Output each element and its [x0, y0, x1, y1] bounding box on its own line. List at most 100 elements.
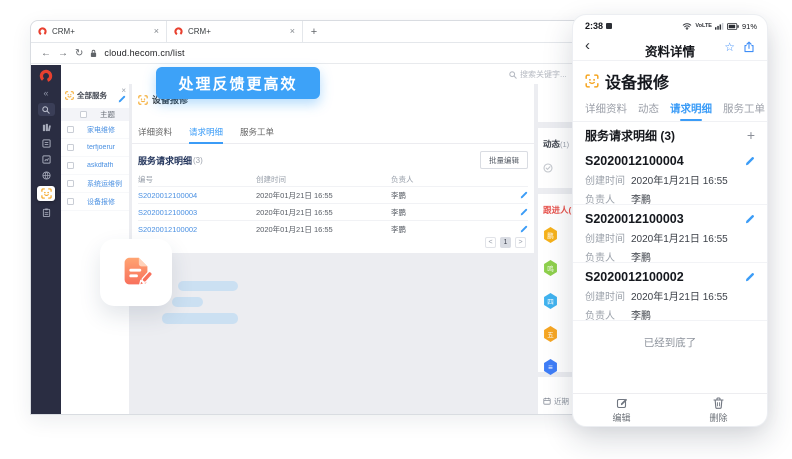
request-card[interactable]: S2020012100003 创建时间2020年1月21日 16:55 负责人李…	[573, 205, 767, 263]
forward-icon[interactable]: →	[58, 48, 68, 59]
created-time: 2020年01月21日 16:55	[256, 190, 391, 201]
record-id-link[interactable]: S2020012100004	[138, 191, 256, 200]
sidebar-item-library[interactable]	[41, 122, 51, 132]
request-card[interactable]: S2020012100002 创建时间2020年1月21日 16:55 负责人李…	[573, 263, 767, 321]
add-icon[interactable]: +	[747, 127, 755, 143]
record-id[interactable]: S2020012100002	[585, 270, 755, 284]
search-icon	[42, 106, 50, 114]
edit-pen-icon[interactable]	[520, 191, 528, 199]
edit-pen-icon[interactable]	[520, 225, 528, 233]
current-page[interactable]: 1	[500, 237, 511, 248]
sidebar-item-clipboard[interactable]	[41, 207, 51, 217]
edit-button[interactable]: 编辑	[573, 394, 670, 426]
url-text[interactable]: cloud.hecom.cn/list	[104, 48, 184, 58]
smiley-brackets-icon	[65, 91, 74, 100]
list-item-link[interactable]: 系统运维例	[87, 179, 122, 189]
prev-page-button[interactable]: <	[485, 237, 496, 248]
close-icon[interactable]: ×	[121, 86, 126, 95]
batch-edit-button[interactable]: 批量编辑	[480, 151, 528, 169]
edit-pen-icon[interactable]	[745, 214, 755, 224]
table-row[interactable]: S2020012100002 2020年01月21日 16:55 李鹏	[138, 220, 528, 237]
sidebar-search-button[interactable]	[38, 103, 55, 116]
edit-pen-icon[interactable]	[745, 156, 755, 166]
next-page-button[interactable]: >	[515, 237, 526, 248]
col-owner: 负责人	[391, 174, 514, 185]
avatar[interactable]: 鹏	[543, 227, 558, 243]
avatar[interactable]: 五	[543, 326, 558, 342]
skeleton-bar	[172, 297, 203, 307]
sidebar-item-service-active[interactable]	[37, 186, 55, 201]
record-id-link[interactable]: S2020012100003	[138, 208, 256, 217]
request-card[interactable]: S2020012100004 创建时间2020年1月21日 16:55 负责人李…	[573, 147, 767, 205]
phone-nav-bar: ‹ 资料详情 ☆	[573, 35, 767, 61]
new-tab-button[interactable]: +	[303, 21, 325, 42]
list-item[interactable]: askdfafh	[61, 157, 129, 175]
list-item-link[interactable]: 家电维修	[87, 125, 115, 135]
owner: 李鹏	[391, 207, 514, 218]
list-item[interactable]: 系统运维例	[61, 175, 129, 193]
column-label: 主题	[100, 109, 115, 120]
battery-percent: 91%	[742, 22, 757, 31]
row-checkbox[interactable]	[67, 198, 74, 205]
tab-service-order[interactable]: 服务工单	[240, 126, 274, 143]
browser-tab-2[interactable]: CRM+ ×	[167, 21, 303, 42]
tab-detail-info[interactable]: 详细资料	[138, 126, 172, 143]
record-title: 设备报修	[605, 69, 669, 93]
edit-pen-icon[interactable]	[118, 95, 126, 103]
row-checkbox[interactable]	[67, 162, 74, 169]
record-id-link[interactable]: S2020012100002	[138, 225, 256, 234]
sidebar-item-reports[interactable]	[41, 154, 51, 164]
pagination: < 1 >	[485, 237, 526, 248]
select-all-checkbox[interactable]	[80, 111, 87, 118]
row-checkbox[interactable]	[67, 180, 74, 187]
list-item-link[interactable]: 设备报修	[87, 197, 115, 207]
record-id[interactable]: S2020012100003	[585, 212, 755, 226]
avatar[interactable]: ≡	[543, 359, 558, 375]
collapse-icon[interactable]: «	[43, 88, 48, 98]
list-item[interactable]: 设备报修	[61, 193, 129, 211]
table-row[interactable]: S2020012100004 2020年01月21日 16:55 李鹏	[138, 186, 528, 203]
tab-title: CRM+	[188, 27, 211, 36]
tab-close-icon[interactable]: ×	[290, 27, 295, 36]
sidebar-item-globe[interactable]	[41, 170, 51, 180]
row-checkbox[interactable]	[67, 144, 74, 151]
list-item-link[interactable]: askdfafh	[87, 162, 113, 169]
tab-title: CRM+	[52, 27, 75, 36]
share-icon[interactable]	[743, 41, 755, 53]
avatar[interactable]: 四	[543, 293, 558, 309]
tab-detail-info[interactable]: 详细资料	[585, 101, 627, 121]
tab-close-icon[interactable]: ×	[154, 27, 159, 36]
report-icon	[42, 155, 51, 164]
followers-title: 跟进人(	[543, 205, 571, 215]
screenshot-indicator-icon	[606, 23, 612, 29]
list-item[interactable]: 家电维修	[61, 121, 129, 139]
avatar[interactable]: 鸣	[543, 260, 558, 276]
tab-activity[interactable]: 动态	[638, 101, 659, 121]
created-time: 2020年01月21日 16:55	[256, 224, 391, 235]
edit-pen-icon[interactable]	[520, 208, 528, 216]
skeleton-bar	[162, 313, 238, 324]
record-id[interactable]: S2020012100004	[585, 154, 755, 168]
list-item-link[interactable]: terfjoerur	[87, 144, 115, 151]
activity-title: 动态	[543, 139, 560, 149]
sidebar-item-forms[interactable]	[41, 138, 51, 148]
field-value: 2020年1月21日 16:55	[631, 230, 728, 245]
tab-service-order[interactable]: 服务工单	[723, 101, 765, 121]
browser-tab-1[interactable]: CRM+ ×	[31, 21, 167, 42]
request-table: 编号 创建时间 负责人 S2020012100004 2020年01月21日 1…	[138, 173, 528, 237]
reload-icon[interactable]: ↻	[75, 48, 83, 59]
row-checkbox[interactable]	[67, 126, 74, 133]
table-row[interactable]: S2020012100003 2020年01月21日 16:55 李鹏	[138, 203, 528, 220]
list-item[interactable]: terfjoerur	[61, 139, 129, 157]
tab-request-detail[interactable]: 请求明细	[670, 101, 712, 121]
end-of-list-text: 已经到底了	[573, 335, 767, 350]
edit-pen-icon[interactable]	[745, 272, 755, 282]
delete-button[interactable]: 删除	[670, 394, 767, 426]
back-icon[interactable]: ←	[41, 48, 51, 59]
tab-request-detail[interactable]: 请求明细	[189, 126, 223, 143]
favorite-star-icon[interactable]: ☆	[724, 40, 735, 54]
search-icon	[509, 71, 517, 79]
document-grid-icon	[42, 139, 51, 148]
phone-page-title: 资料详情	[573, 41, 767, 60]
global-search-input[interactable]: 搜索关键字...	[509, 69, 567, 80]
